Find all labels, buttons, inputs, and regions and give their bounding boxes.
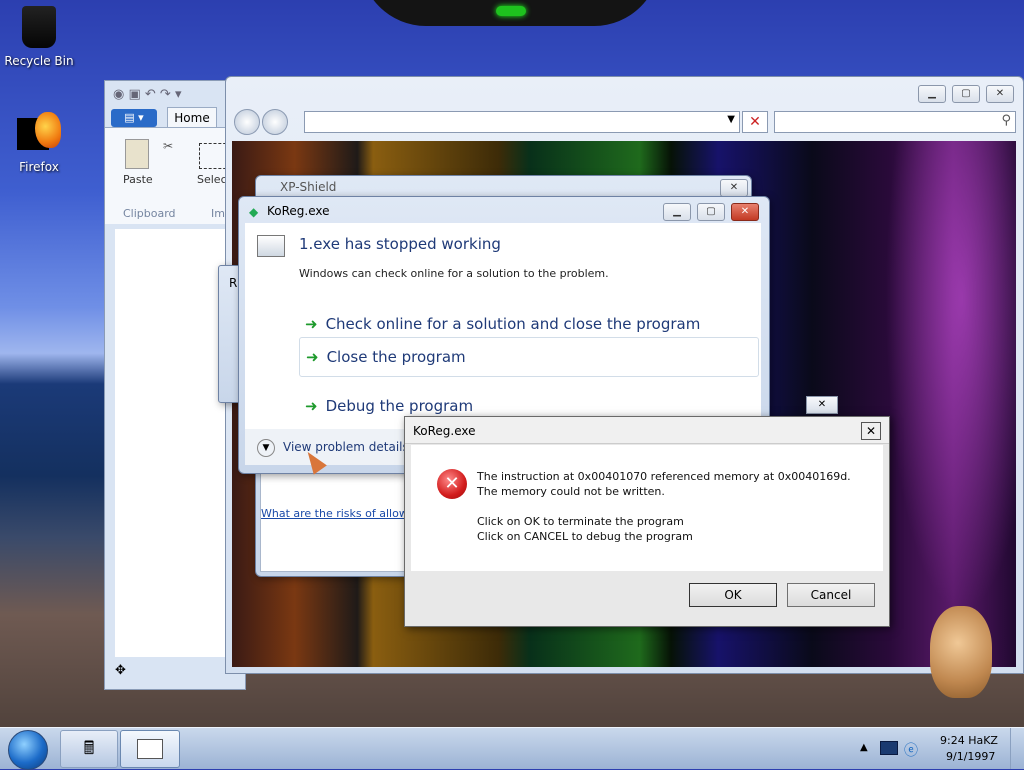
paste-label: Paste <box>123 173 153 186</box>
program-icon <box>257 235 285 257</box>
chevron-down-icon[interactable]: ▼ <box>257 439 275 457</box>
error-instruction-ok: Click on OK to terminate the program <box>477 515 684 528</box>
arrow-right-icon: ➜ <box>306 348 319 366</box>
hamster-mascot <box>930 606 992 698</box>
app-icon: ◆ <box>249 205 259 219</box>
firefox-icon <box>17 112 61 156</box>
dialog-title: KoReg.exe <box>413 424 476 438</box>
close-button[interactable]: ✕ <box>731 203 759 221</box>
start-button[interactable] <box>8 730 48 770</box>
chevron-down-icon[interactable]: ▼ <box>727 114 735 125</box>
quick-access-toolbar: ◉ ▣ ↶ ↷ ▾ <box>113 87 182 102</box>
memory-error-dialog: KoReg.exe ✕ ✕ The instruction at 0x00401… <box>404 416 890 627</box>
close-button[interactable]: ✕ <box>720 179 748 197</box>
arrow-right-icon: ➜ <box>305 315 318 333</box>
maximize-button[interactable]: ▢ <box>952 85 980 103</box>
maximize-button[interactable]: ▢ <box>697 203 725 221</box>
minimize-button[interactable]: ▁ <box>918 85 946 103</box>
tab-home[interactable]: Home <box>167 107 217 128</box>
error-dialog-body: ✕ The instruction at 0x00401070 referenc… <box>411 445 883 571</box>
risk-link[interactable]: What are the risks of allowing <box>261 507 425 520</box>
desktop-icon-label: Recycle Bin <box>4 54 74 68</box>
error-heading: 1.exe has stopped working <box>299 235 501 253</box>
ie-icon[interactable]: ⓔ <box>904 740 918 760</box>
cut-icon[interactable]: ✂ <box>163 139 173 153</box>
taskbar: 🖩 ▲ ⓔ 9:24 HaKZ 9/1/1997 <box>0 727 1024 770</box>
taskbar-app-program[interactable]: 🖩 <box>60 730 118 768</box>
ok-button[interactable]: OK <box>689 583 777 607</box>
view-details-link[interactable]: View problem details <box>283 440 409 454</box>
clock-date[interactable]: 9/1/1997 <box>946 750 995 763</box>
error-icon: ✕ <box>437 469 467 499</box>
search-input[interactable]: ⚲ <box>774 111 1016 133</box>
close-button[interactable]: ✕ <box>861 422 881 440</box>
desktop-icon-recycle-bin[interactable]: Recycle Bin <box>4 6 74 68</box>
error-instruction-cancel: Click on CANCEL to debug the program <box>477 530 693 543</box>
minimize-button[interactable]: ▁ <box>663 203 691 221</box>
back-button[interactable] <box>234 109 260 135</box>
window-icon <box>137 739 163 759</box>
background-dialog-close[interactable]: ✕ <box>806 396 838 414</box>
address-bar[interactable]: ▼ <box>304 111 740 133</box>
paint-menu-button[interactable]: ▤ ▾ <box>111 109 157 127</box>
error-dialog-titlebar: KoReg.exe ✕ <box>405 417 889 444</box>
recycle-bin-icon <box>22 6 56 48</box>
desktop-icon-label: Firefox <box>19 160 59 174</box>
show-desktop-button[interactable] <box>1010 728 1024 769</box>
error-subtext: Windows can check online for a solution … <box>299 267 609 280</box>
xpshield-title: XP-Shield <box>280 180 337 194</box>
green-light <box>496 6 526 16</box>
forward-button[interactable] <box>262 109 288 135</box>
group-image-label: Im <box>211 207 225 220</box>
background-dialog-letter: R <box>229 276 238 290</box>
option-close-program[interactable]: ➜ Close the program <box>299 337 759 377</box>
paste-icon[interactable] <box>125 139 149 169</box>
cancel-button[interactable]: Cancel <box>787 583 875 607</box>
stop-icon[interactable]: ✕ <box>742 111 768 133</box>
group-clipboard-label: Clipboard <box>123 207 176 220</box>
dialog-title: KoReg.exe <box>267 204 330 218</box>
move-icon: ✥ <box>115 663 126 678</box>
show-hidden-icons[interactable]: ▲ <box>860 742 868 753</box>
close-button[interactable]: ✕ <box>986 85 1014 103</box>
clock-time[interactable]: 9:24 HaKZ <box>940 734 998 747</box>
arrow-right-icon: ➜ <box>305 397 318 415</box>
taskbar-app-window[interactable] <box>120 730 180 768</box>
search-icon[interactable]: ⚲ <box>1001 113 1011 128</box>
error-message: The instruction at 0x00401070 referenced… <box>477 470 851 498</box>
network-icon[interactable] <box>880 741 898 755</box>
desktop-icon-firefox[interactable]: Firefox <box>4 112 74 174</box>
